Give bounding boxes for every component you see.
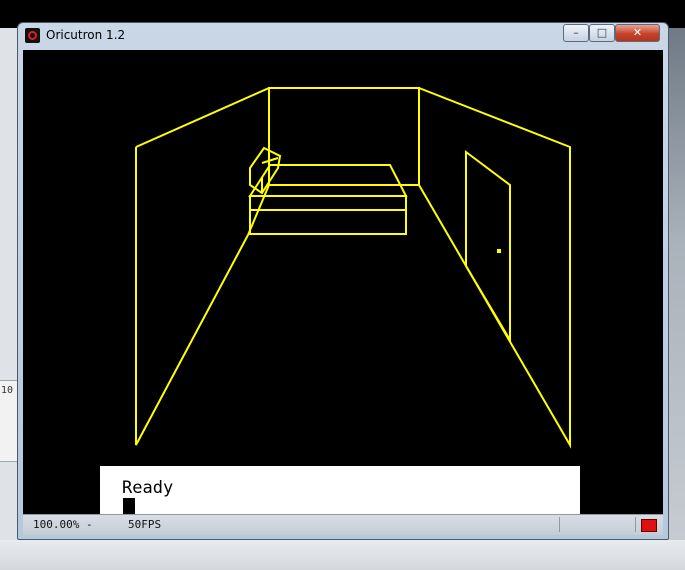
status-divider <box>559 517 560 532</box>
left-wall-outline <box>135 147 249 446</box>
door-knob <box>497 249 501 253</box>
status-divider <box>635 517 636 532</box>
emulator-screen[interactable] <box>23 50 663 514</box>
console-ready-text: Ready <box>122 478 174 498</box>
room-scene <box>135 87 571 449</box>
back-wall <box>268 87 420 186</box>
bed-top <box>248 164 408 197</box>
left-wall <box>135 87 270 148</box>
desktop-background-bottom <box>0 540 685 570</box>
right-wall <box>418 87 571 449</box>
background-window-label: 10 <box>1 385 14 396</box>
oricutron-window[interactable]: Oricutron 1.2 – □ ✕ Ready 100.00% - 50FP… <box>17 22 669 540</box>
title-bar[interactable]: Oricutron 1.2 – □ ✕ <box>18 23 668 49</box>
status-bar: 100.00% - 50FPS <box>23 514 663 535</box>
window-title: Oricutron 1.2 <box>46 28 126 42</box>
minimize-button[interactable]: – <box>563 24 589 42</box>
bed-base <box>249 195 407 235</box>
oricutron-icon[interactable] <box>25 28 40 43</box>
zoom-level: 100.00% - <box>33 518 93 531</box>
bed-pillow <box>249 146 282 195</box>
fps-counter: 50FPS <box>128 518 162 531</box>
disk-activity-icon <box>641 519 657 532</box>
text-cursor <box>123 498 135 514</box>
console-area[interactable]: Ready <box>100 466 580 514</box>
close-button[interactable]: ✕ <box>615 24 660 42</box>
door <box>465 150 511 344</box>
maximize-button[interactable]: □ <box>589 24 615 42</box>
